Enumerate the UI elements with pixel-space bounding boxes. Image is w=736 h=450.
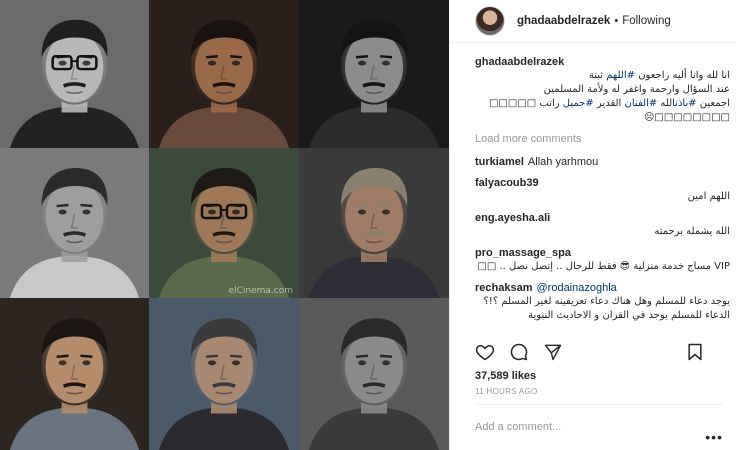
comments-section: ghadaabdelrazek انا لله وانا أليه راجعون… [475,55,730,330]
hashtag-link[interactable]: #الفنان [625,98,658,109]
following-button[interactable]: Following [622,15,671,27]
user-avatar[interactable] [475,6,505,36]
comment-username[interactable]: turkiamel [475,156,524,168]
caption-text-part: الله [660,98,676,109]
watermark-text: elCinema.com [228,286,293,296]
bookmark-icon[interactable] [685,342,705,362]
caption-line-3: اجمعين #باذنالله #الفنان القدير #جميل را… [475,97,730,111]
post-header: ghadaabdelrazek • Following [450,0,736,43]
portrait-image [299,148,449,298]
caption-emoji-boxes: □□□□□ [488,98,537,109]
heart-icon[interactable] [475,342,495,362]
comment-row: eng.ayesha.ali الله يشمله برحمته [475,211,730,239]
caption-line-1: انا لله وانا أليه راجعون [638,70,730,81]
comment-icon[interactable] [509,342,529,362]
portrait-image [299,0,449,148]
comment-text: Allah yarhmou [527,156,599,168]
add-comment-area: Add a comment... ••• [475,404,723,450]
portrait-image [0,148,149,298]
comment-row: falyacoub39 اللهم امين [475,176,730,204]
comment-mention[interactable]: @rodainazoghla [537,282,617,294]
portrait-tile [149,298,299,450]
comment-username[interactable]: rechaksam [475,282,533,294]
header-username[interactable]: ghadaabdelrazek [517,15,610,27]
caption-username[interactable]: ghadaabdelrazek [475,56,564,68]
portrait-tile [299,148,449,298]
hashtag-link[interactable]: #اللهم [606,70,635,81]
portrait-tile [0,298,149,450]
caption-text-part: اجمعين [699,98,730,109]
share-icon[interactable] [543,342,563,362]
separator-dot: • [614,15,619,27]
post-caption: ghadaabdelrazek انا لله وانا أليه راجعون… [475,55,730,125]
post-timestamp: 11 HOURS AGO [475,387,538,396]
hashtag-link[interactable]: #جميل [563,98,594,109]
portrait-tile [299,0,449,148]
load-more-comments-link[interactable]: Load more comments [475,133,730,145]
portrait-image [299,298,449,450]
portrait-image [0,0,149,148]
portrait-tile [149,0,299,148]
action-bar [475,340,705,366]
portrait-tile [0,0,149,148]
comment-username[interactable]: falyacoub39 [475,177,539,189]
portrait-image [149,298,299,450]
comment-text-rtl: اللهم امين [687,191,730,202]
caption-line-4: □□□□□□□□☹ [643,112,730,123]
portrait-image [149,148,299,298]
portrait-tile [299,298,449,450]
portrait-image [0,298,149,450]
comment-row: rechaksam @rodainazoghla يوجد دعاء للمسلم … [475,281,730,323]
more-options-icon[interactable]: ••• [705,429,723,445]
portrait-tile: elCinema.com [149,148,299,298]
post-side-panel: ghadaabdelrazek • Following ghadaabdelra… [449,0,736,450]
post-image-grid[interactable]: elCinema.com [0,0,449,450]
comment-text-rtl: VIP مساج خدمة منزلية 😎 فقط للرجال .. إتص… [477,261,730,272]
add-comment-input[interactable]: Add a comment... [475,421,561,433]
caption-text-part: القدير [596,98,622,109]
caption-line-2: عند السؤال وارحمة واغفر له ولأمة المسلمي… [543,84,730,95]
caption-text-part: راتب [539,98,560,109]
comment-username[interactable]: eng.ayesha.ali [475,212,550,224]
likes-count[interactable]: 37,589 likes [475,370,536,382]
caption-text: انا لله وانا أليه راجعون #اللهم ثبتة [475,69,730,83]
comment-row: pro_massage_spa VIP مساج خدمة منزلية 😎 فق… [475,246,730,274]
comment-row: turkiamel Allah yarhmou [475,155,730,169]
portrait-tile [0,148,149,298]
hashtag-link[interactable]: #باذن [675,98,696,109]
portrait-image [149,0,299,148]
caption-line-1b: ثبتة [588,70,604,81]
comment-text-rtl: الله يشمله برحمته [654,226,730,237]
comment-text-rtl: يوجد دعاء للمسلم وهل هناك دعاء تعريفينه … [483,296,731,321]
comment-username[interactable]: pro_massage_spa [475,247,571,259]
comment-list: turkiamel Allah yarhmou falyacoub39 اللهم ا… [475,155,730,330]
